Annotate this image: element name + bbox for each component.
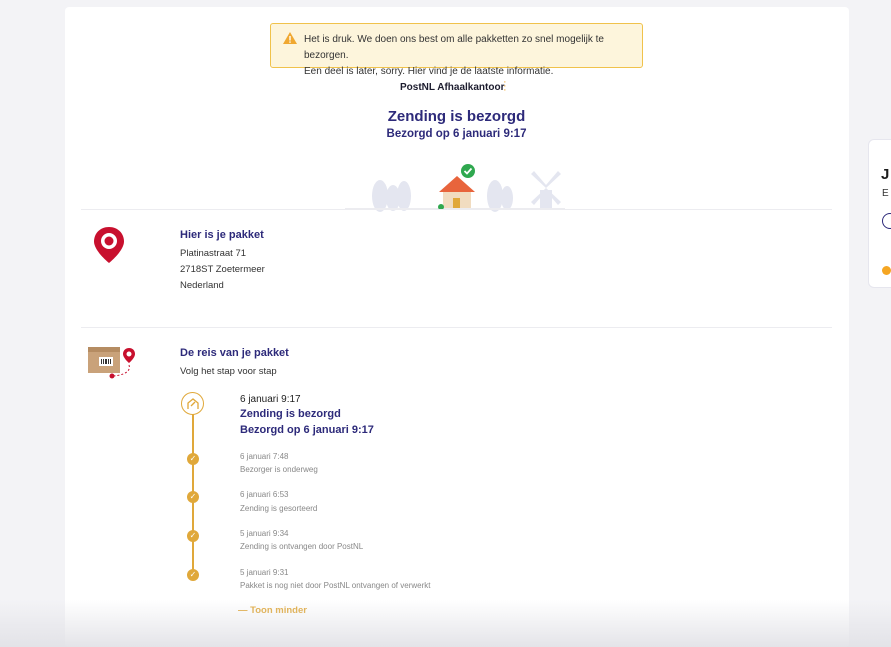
more-options-icon[interactable]: · · · — [503, 77, 507, 96]
side-card-badge-icon — [882, 266, 891, 275]
side-card[interactable]: J E — [868, 139, 891, 288]
busy-warning-banner: Het is druk. We doen ons best om alle pa… — [270, 23, 643, 77]
divider — [81, 209, 832, 210]
event-text: Zending is ontvangen door PostNL — [240, 542, 364, 551]
status-title: Zending is bezorgd — [387, 108, 526, 125]
latest-event-date: 6 januari 9:17 — [240, 394, 301, 405]
event-date: 5 januari 9:34 — [240, 529, 289, 538]
check-icon: ✓ — [187, 453, 199, 465]
event-text: Zending is gesorteerd — [240, 504, 318, 513]
divider — [81, 327, 832, 328]
warning-icon — [283, 32, 297, 44]
side-card-icon[interactable] — [882, 213, 891, 229]
journey-subtitle: Volg het stap voor stap — [180, 366, 277, 377]
delivery-illustration — [345, 164, 565, 212]
event-text: Pakket is nog niet door PostNL ontvangen… — [240, 581, 431, 590]
parcel-icon — [88, 347, 135, 379]
address-country: Nederland — [180, 280, 224, 291]
show-less-label: Toon minder — [250, 605, 307, 616]
check-icon: ✓ — [187, 491, 199, 503]
journey-title: De reis van je pakket — [180, 347, 289, 359]
latest-event-subtitle: Bezorgd op 6 januari 9:17 — [240, 424, 374, 436]
address-street: Platinastraat 71 — [180, 248, 247, 259]
event-date: 6 januari 6:53 — [240, 490, 289, 499]
address-city: 2718ST Zoetermeer — [180, 264, 265, 275]
status-subtitle: Bezorgd op 6 januari 9:17 — [386, 128, 527, 140]
check-icon: ✓ — [187, 569, 199, 581]
warning-line-1: Het is druk. We doen ons best om alle pa… — [304, 34, 604, 61]
location-title: Hier is je pakket — [180, 229, 264, 241]
event-date: 6 januari 7:48 — [240, 452, 289, 461]
check-icon: ✓ — [187, 530, 199, 542]
side-card-text: E — [882, 188, 889, 199]
minus-icon: — — [238, 605, 251, 616]
location-pin-icon — [94, 227, 124, 263]
show-less-button[interactable]: — Toon minder — [238, 605, 307, 616]
home-icon — [181, 392, 204, 415]
warning-line-2: Een deel is later, sorry. Hier vind je d… — [304, 66, 554, 77]
event-text: Bezorger is onderweg — [240, 465, 318, 474]
side-card-initial: J — [881, 166, 890, 183]
event-date: 5 januari 9:31 — [240, 568, 289, 577]
latest-event-title: Zending is bezorgd — [240, 408, 341, 420]
pickup-office-label: PostNL Afhaalkantoor — [400, 82, 505, 93]
